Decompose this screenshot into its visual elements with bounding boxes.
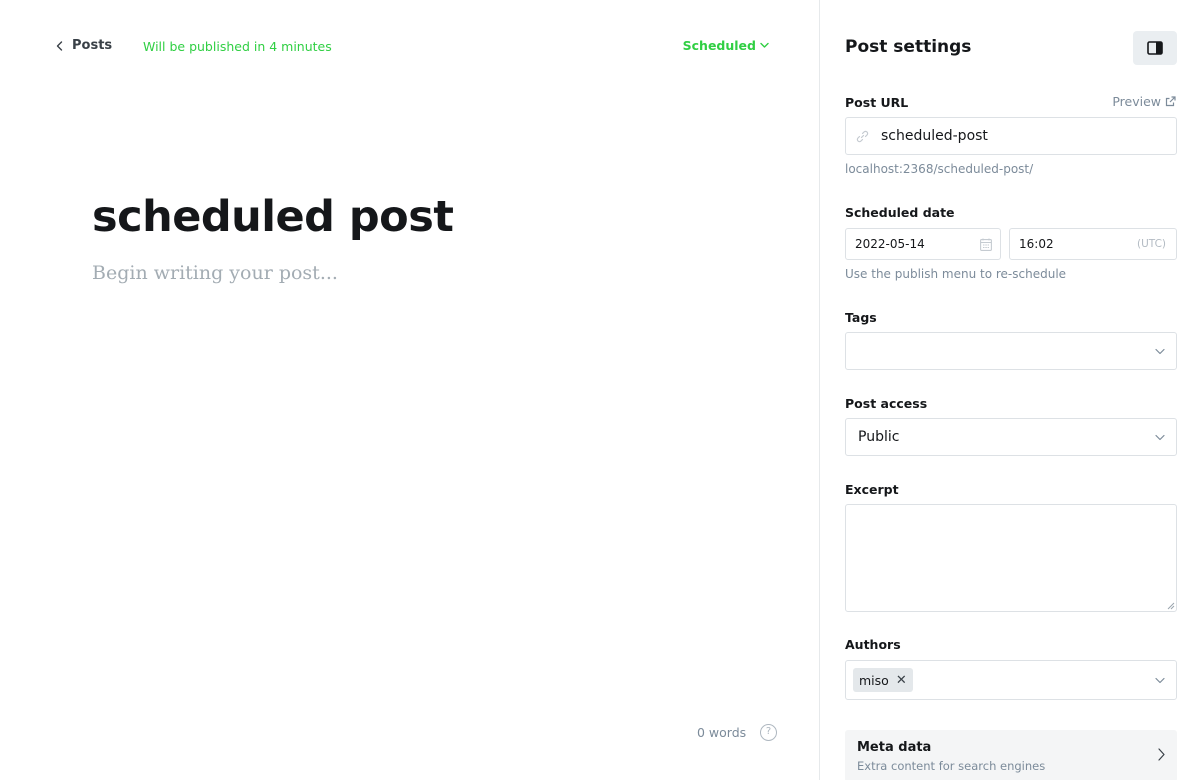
sidebar-toggle-icon [1147,41,1163,55]
post-access-value: Public [858,429,900,445]
external-link-icon [1165,96,1176,107]
scheduled-date-hint: Use the publish menu to re-schedule [845,267,1067,281]
chevron-left-icon [56,40,63,51]
authors-select[interactable]: miso ✕ [845,660,1177,700]
post-url-input[interactable]: scheduled-post [845,117,1177,155]
sidebar-title: Post settings [845,37,972,57]
meta-data-card[interactable]: Meta data Extra content for search engin… [845,730,1177,780]
post-url-label: Post URL [845,95,909,110]
post-access-select[interactable]: Public [845,418,1177,456]
chevron-down-icon [1155,677,1165,684]
word-count: 0 words [697,725,747,740]
excerpt-label: Excerpt [845,482,899,497]
resize-grip-icon[interactable] [1167,602,1175,610]
editor-topbar: Posts Will be published in 4 minutes Sch… [56,38,769,58]
status-label: Scheduled [682,38,756,53]
status-dropdown[interactable]: Scheduled [683,38,769,53]
post-access-label: Post access [845,396,928,411]
preview-label: Preview [1112,94,1161,109]
post-url-hint: localhost:2368/scheduled-post/ [845,162,1034,176]
meta-data-subtitle: Extra content for search engines [857,759,1046,773]
calendar-icon [980,238,992,251]
post-title-input[interactable]: scheduled post [92,189,772,245]
back-to-posts-link[interactable]: Posts [56,38,112,53]
app: Posts Will be published in 4 minutes Sch… [0,0,1200,780]
author-chip: miso ✕ [853,668,913,692]
tags-select[interactable] [845,332,1177,370]
editor-pane: Posts Will be published in 4 minutes Sch… [0,0,819,780]
link-icon [856,130,869,143]
chevron-right-icon [1158,748,1165,761]
chevron-down-icon [1155,348,1165,355]
scheduled-time-value: 16:02 [1019,237,1054,251]
back-label: Posts [72,38,113,53]
remove-author-icon[interactable]: ✕ [896,674,907,687]
post-url-value: scheduled-post [881,128,988,144]
tags-label: Tags [845,310,877,325]
scheduled-date-value: 2022-05-14 [855,237,925,251]
toggle-sidebar-button[interactable] [1133,31,1177,65]
chevron-down-icon [1155,434,1165,441]
meta-data-title: Meta data [857,740,932,755]
scheduled-date-input[interactable]: 2022-05-14 [845,228,1001,260]
help-icon[interactable]: ? [760,724,777,741]
authors-label: Authors [845,637,901,652]
excerpt-textarea[interactable] [845,504,1177,612]
post-settings-sidebar: Post settings Post URL Preview scheduled… [819,0,1200,780]
post-body-editor[interactable]: Begin writing your post... [92,262,338,284]
author-name: miso [859,672,889,688]
preview-link[interactable]: Preview [1112,94,1176,109]
scheduled-time-input[interactable]: 16:02 (UTC) [1009,228,1177,260]
scheduled-date-label: Scheduled date [845,205,955,220]
timezone-label: (UTC) [1136,238,1166,250]
chevron-down-icon [760,42,769,48]
publish-status-note: Will be published in 4 minutes [143,39,332,54]
